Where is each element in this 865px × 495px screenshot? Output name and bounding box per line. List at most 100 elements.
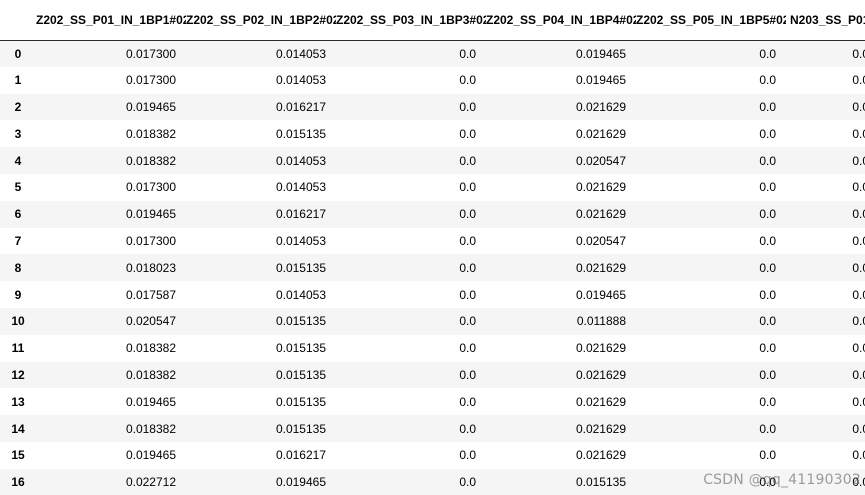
table-cell: 0.0 [459,99,476,114]
table-cell: 0.0 [759,314,776,329]
table-row: 7 0.017300 0.014053 0.0 0.020547 0.0 0.0 [0,227,865,255]
table-cell: 0.019465 [125,394,176,409]
table-cell: 0.016217 [275,207,326,222]
table-row: 14 0.018382 0.015135 0.0 0.021629 0.0 0.0 [0,415,865,442]
column-header: Z202_SS_P04_IN_1BP4#02 [486,0,636,41]
column-header: Z202_SS_P02_IN_1BP2#02 [186,0,336,41]
row-index: 5 [14,180,22,195]
table-cell: 0.021629 [575,260,626,275]
table-cell: 0.021629 [575,126,626,141]
table-cell: 0.0 [459,153,476,168]
table-cell: 0.0 [852,475,865,490]
table-cell: 0.0 [759,233,776,248]
row-index: 2 [14,99,22,114]
table-cell: 0.021629 [575,99,626,114]
column-header: Z202_SS_P03_IN_1BP3#02 [336,0,486,41]
table-cell: 0.0 [852,99,865,114]
table-cell: 0.0 [852,73,865,88]
table-cell: 0.0 [759,99,776,114]
table-cell: 0.0 [759,153,776,168]
table-cell: 0.0 [852,341,865,356]
table-cell: 0.015135 [275,394,326,409]
table-cell: 0.014053 [275,287,326,302]
table-cell: 0.0 [852,207,865,222]
table-cell: 0.015135 [275,314,326,329]
row-index: 13 [11,394,25,409]
table-cell: 0.0 [459,287,476,302]
row-index: 12 [11,367,25,382]
row-index: 4 [14,153,22,168]
table-cell: 0.018382 [125,341,176,356]
table-cell: 0.015135 [275,126,326,141]
dataframe-table: Z202_SS_P01_IN_1BP1#02 Z202_SS_P02_IN_1B… [0,0,865,495]
table-body: 0 0.017300 0.014053 0.0 0.019465 0.0 0.0 1 0.017… [0,40,865,495]
table-cell: 0.0 [459,475,476,490]
column-header: Z202_SS_P01_IN_1BP1#02 [36,0,186,41]
table-cell: 0.015135 [275,421,326,436]
table-cell: 0.0 [459,367,476,382]
table-cell: 0.021629 [575,180,626,195]
table-row: 12 0.018382 0.015135 0.0 0.021629 0.0 0.0 [0,361,865,389]
table-cell: 0.020547 [125,314,176,329]
table-row: 16 0.022712 0.019465 0.0 0.015135 0.0 0.0 [0,468,865,495]
table-cell: 0.019465 [125,207,176,222]
table-cell: 0.0 [852,126,865,141]
table-cell: 0.021629 [575,207,626,222]
table-cell: 0.018382 [125,126,176,141]
row-index: 15 [11,448,25,463]
table-cell: 0.0 [759,341,776,356]
table-cell: 0.015135 [575,475,626,490]
table-cell: 0.017300 [125,233,176,248]
table-cell: 0.0 [459,207,476,222]
table-cell: 0.015135 [275,367,326,382]
index-header [0,0,36,41]
table-row: 8 0.018023 0.015135 0.0 0.021629 0.0 0.0 [0,254,865,282]
table-cell: 0.017300 [125,180,176,195]
table-cell: 0.0 [759,260,776,275]
table-row: 9 0.017587 0.014053 0.0 0.019465 0.0 0.0 [0,281,865,308]
table-cell: 0.0 [459,314,476,329]
table-cell: 0.0 [852,367,865,382]
table-cell: 0.018382 [125,367,176,382]
table-cell: 0.020547 [575,153,626,168]
row-index: 0 [14,46,22,61]
table-cell: 0.014053 [275,180,326,195]
table-cell: 0.0 [852,314,865,329]
table-cell: 0.014053 [275,233,326,248]
table-cell: 0.016217 [275,99,326,114]
row-index: 3 [14,126,22,141]
table-row: 10 0.020547 0.015135 0.0 0.011888 0.0 0.0 [0,307,865,335]
table-cell: 0.0 [759,126,776,141]
row-index: 9 [14,287,22,302]
table-cell: 0.014053 [275,46,326,61]
table-row: 0 0.017300 0.014053 0.0 0.019465 0.0 0.0 [0,40,865,67]
row-index: 7 [14,233,22,248]
table-cell: 0.019465 [575,73,626,88]
table-cell: 0.011888 [576,314,626,329]
table-cell: 0.0 [852,180,865,195]
table-row: 1 0.017300 0.014053 0.0 0.019465 0.0 0.0 [0,66,865,94]
table-row: 15 0.019465 0.016217 0.0 0.021629 0.0 0.0 [0,441,865,469]
table-cell: 0.0 [759,207,776,222]
table-cell: 0.016217 [275,448,326,463]
table-cell: 0.0 [759,421,776,436]
table-cell: 0.022712 [125,475,176,490]
table-cell: 0.018023 [125,260,176,275]
table-cell: 0.0 [459,341,476,356]
column-header: N203_SS_P01 [786,0,865,41]
table-cell: 0.0 [459,73,476,88]
table-row: 11 0.018382 0.015135 0.0 0.021629 0.0 0.0 [0,334,865,362]
table-cell: 0.019465 [275,475,326,490]
table-row: 4 0.018382 0.014053 0.0 0.020547 0.0 0.0 [0,147,865,174]
table-cell: 0.014053 [275,73,326,88]
table-cell: 0.0 [759,394,776,409]
row-index: 8 [14,260,22,275]
table-cell: 0.018382 [125,153,176,168]
table-cell: 0.0 [759,448,776,463]
dataframe-output: Z202_SS_P01_IN_1BP1#02 Z202_SS_P02_IN_1B… [0,0,865,495]
table-cell: 0.017587 [125,287,176,302]
table-cell: 0.0 [759,287,776,302]
table-cell: 0.0 [852,287,865,302]
row-index: 14 [11,421,25,436]
header-row: Z202_SS_P01_IN_1BP1#02 Z202_SS_P02_IN_1B… [0,0,865,41]
